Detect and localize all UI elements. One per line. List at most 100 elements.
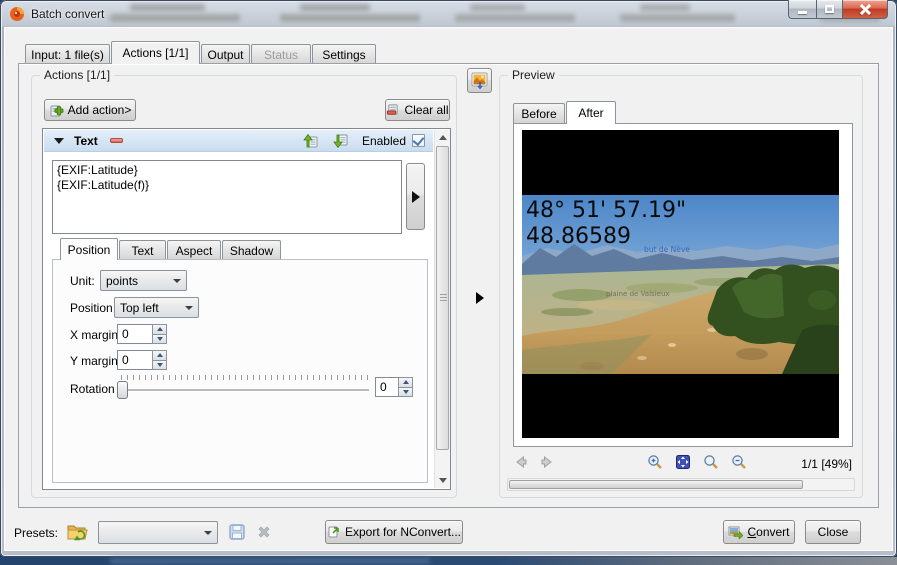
position-tab-pane: Unit: points Position Top left X margin … (52, 259, 428, 483)
chevron-down-icon (185, 305, 193, 310)
tab-input[interactable]: Input: 1 file(s) (25, 44, 110, 64)
photo-map-label-peak: but de Nève (644, 245, 690, 254)
unit-value: points (106, 273, 139, 288)
preview-nav (512, 453, 556, 471)
spin-down-icon[interactable] (152, 359, 167, 370)
clear-all-button[interactable]: Clear all (385, 99, 450, 121)
subtab-text[interactable]: Text (119, 240, 166, 260)
tab-before[interactable]: Before (513, 103, 565, 123)
titlebar[interactable]: Batch convert (0, 0, 897, 27)
dialog-client-area: Input: 1 file(s) Actions [1/1] Output St… (4, 27, 893, 551)
subtab-position[interactable]: Position (60, 238, 118, 260)
spin-up-icon[interactable] (152, 324, 167, 334)
tab-actions[interactable]: Actions [1/1] (111, 41, 200, 64)
unit-combobox[interactable]: points (100, 270, 187, 291)
text-value-input[interactable]: {EXIF:Latitude} {EXIF:Latitude(f)} (52, 160, 402, 234)
open-preset-button[interactable] (66, 522, 88, 542)
rotation-slider-thumb[interactable] (117, 381, 128, 399)
close-button[interactable]: Close (805, 520, 861, 544)
export-nconvert-label: Export for NConvert... (344, 525, 462, 539)
subtab-aspect-label: Aspect (175, 243, 213, 258)
minimize-icon (798, 11, 807, 14)
zoom-out-button[interactable] (730, 453, 748, 471)
zoom-fit-button[interactable] (674, 453, 692, 471)
actions-tab-page: Actions [1/1] Add action> Clear all Text… (18, 63, 879, 508)
convert-button[interactable]: Convert (723, 520, 795, 544)
insert-variable-button[interactable] (406, 163, 425, 230)
tab-output[interactable]: Output (201, 44, 250, 64)
zoom-out-icon (732, 455, 746, 469)
rotation-slider-track[interactable] (119, 389, 369, 391)
position-combobox[interactable]: Top left (114, 297, 199, 318)
spin-down-icon[interactable] (152, 333, 167, 344)
move-down-icon[interactable] (332, 133, 348, 149)
position-label: Position (70, 301, 113, 315)
show-preview-button[interactable] (467, 68, 492, 93)
y-margin-spinner[interactable] (117, 350, 167, 370)
preview-scrollbar-thumb[interactable] (509, 480, 803, 489)
save-preset-icon (229, 524, 245, 540)
save-preset-button[interactable] (228, 523, 246, 541)
tab-settings[interactable]: Settings (312, 44, 376, 64)
minimize-button[interactable] (788, 0, 816, 19)
chevron-down-icon (173, 278, 181, 283)
x-margin-spinner[interactable] (117, 324, 167, 344)
spin-down-icon[interactable] (398, 386, 413, 397)
zoom-100-button[interactable] (702, 453, 720, 471)
x-margin-input[interactable] (117, 324, 152, 344)
next-image-button[interactable] (538, 453, 556, 471)
actions-vertical-scrollbar[interactable] (434, 130, 450, 488)
remove-action-icon[interactable] (109, 138, 123, 143)
spin-up-icon[interactable] (398, 377, 413, 387)
tab-status-label: Status (263, 47, 299, 62)
y-margin-input[interactable] (117, 350, 152, 370)
titlebar-glass-artifact (300, 4, 370, 11)
enabled-label: Enabled (361, 133, 406, 148)
tab-input-label: Input: 1 file(s) (31, 47, 104, 62)
rotation-spinner[interactable] (375, 377, 413, 397)
preview-image[interactable]: 48° 51' 57.19" 48.86589 but de Nève plai… (522, 130, 839, 438)
prev-icon (516, 455, 527, 469)
actions-scrollbar-thumb[interactable] (436, 146, 449, 450)
subtab-aspect[interactable]: Aspect (167, 240, 221, 260)
tab-status: Status (251, 44, 311, 64)
close-icon (860, 4, 871, 15)
action-card-header[interactable]: Text Enabled (44, 130, 433, 152)
window-title: Batch convert (31, 7, 105, 21)
splitter-handle[interactable] (476, 292, 484, 304)
photo-map-label-plain: plaine de Valsieux (606, 290, 670, 298)
subtab-shadow-label: Shadow (229, 243, 274, 258)
move-up-icon[interactable] (302, 133, 318, 149)
enabled-checkbox[interactable] (412, 134, 425, 147)
prev-image-button[interactable] (512, 453, 530, 471)
spin-up-icon[interactable] (152, 350, 167, 360)
tab-after[interactable]: After (566, 101, 616, 124)
collapse-icon[interactable] (54, 137, 64, 144)
background-window-artifact (110, 558, 430, 564)
delete-preset-button[interactable] (256, 524, 272, 540)
add-action-button[interactable]: Add action> (44, 99, 136, 121)
titlebar-glass-artifact (110, 14, 240, 22)
convert-icon (728, 526, 744, 539)
titlebar-glass-artifact (280, 14, 420, 22)
preview-frame: 48° 51' 57.19" 48.86589 but de Nève plai… (513, 123, 853, 447)
zoom-in-icon (648, 455, 662, 469)
clear-all-icon (387, 104, 399, 115)
action-title: Text (74, 133, 98, 148)
preview-zoom-tools (646, 453, 748, 471)
export-nconvert-button[interactable]: Export for NConvert... (325, 520, 463, 544)
preset-combobox[interactable] (98, 521, 218, 544)
page-zoom-indicator: 1/1 [49%] (801, 457, 852, 471)
scroll-down-icon[interactable] (435, 473, 450, 488)
preview-horizontal-scrollbar[interactable] (507, 478, 855, 491)
background-window-strip (0, 557, 897, 565)
add-action-icon (50, 105, 64, 116)
rotation-input[interactable] (375, 377, 398, 397)
convert-label: Convert (747, 525, 790, 539)
chevron-down-icon (204, 530, 212, 535)
maximize-button[interactable] (816, 0, 843, 19)
close-window-button[interactable] (843, 0, 888, 19)
zoom-in-button[interactable] (646, 453, 664, 471)
subtab-shadow[interactable]: Shadow (222, 240, 281, 260)
scroll-up-icon[interactable] (435, 130, 450, 145)
